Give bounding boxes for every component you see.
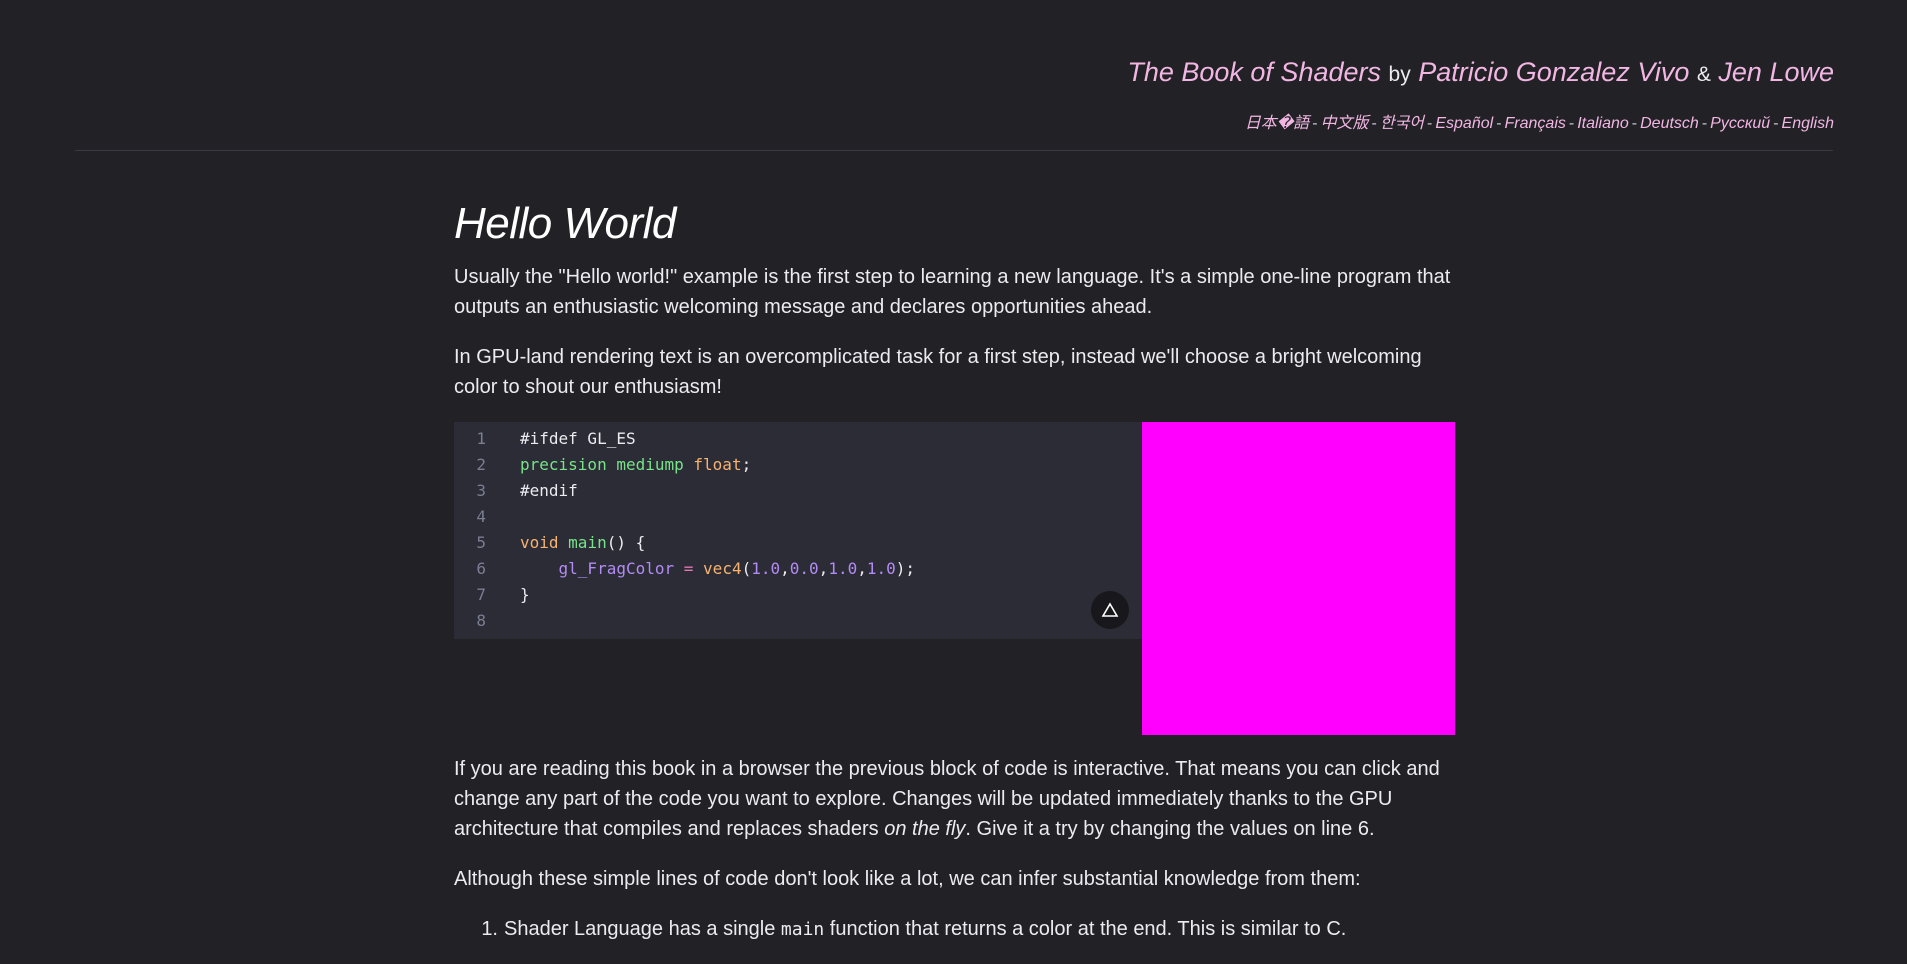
language-separator: - bbox=[1312, 115, 1318, 132]
language-separator: - bbox=[1427, 115, 1433, 132]
line-number: 8 bbox=[476, 611, 486, 630]
code-token: gl_FragColor bbox=[558, 559, 675, 578]
line-number: 6 bbox=[476, 559, 486, 578]
code-line[interactable]: 4 bbox=[454, 504, 1142, 530]
line-number: 7 bbox=[476, 585, 486, 604]
book-title-link[interactable]: The Book of Shaders bbox=[1127, 57, 1381, 87]
line-number: 2 bbox=[476, 455, 486, 474]
language-separator: - bbox=[1568, 115, 1575, 132]
code-token: , bbox=[818, 559, 829, 578]
list-number: 1. bbox=[481, 918, 498, 940]
intro-paragraph-1: Usually the "Hello world!" example is th… bbox=[454, 266, 1451, 318]
code-token: 0.0 bbox=[789, 559, 819, 578]
chapter-content: Hello World Usually the "Hello world!" e… bbox=[454, 196, 1456, 940]
line-number: 5 bbox=[476, 533, 486, 552]
language-separator: - bbox=[1631, 115, 1638, 132]
book-title-line: The Book of Shaders by Patricio Gonzalez… bbox=[1127, 57, 1834, 88]
code-token: ); bbox=[895, 559, 916, 578]
code-token: vec4 bbox=[703, 559, 742, 578]
code-line[interactable]: 5 void main() { bbox=[454, 530, 1142, 556]
code-token: precision mediump bbox=[520, 455, 684, 474]
code-token: 1.0 bbox=[828, 559, 858, 578]
line-number: 1 bbox=[476, 429, 486, 448]
author-link-jen[interactable]: Jen Lowe bbox=[1718, 57, 1834, 87]
code-token: ; bbox=[741, 455, 752, 474]
list-text: Shader Language has a single bbox=[504, 918, 781, 940]
triangle-up-icon bbox=[1101, 602, 1119, 617]
body-paragraph-2: Although these simple lines of code don'… bbox=[454, 868, 1361, 890]
code-token: 1.0 bbox=[751, 559, 781, 578]
code-token: () { bbox=[606, 533, 646, 552]
code-token: main bbox=[568, 533, 607, 552]
body-text: . Give it a try by changing the values o… bbox=[965, 818, 1375, 840]
line-number: 4 bbox=[476, 507, 486, 526]
code-line[interactable]: 6 gl_FragColor = vec4(1.0,0.0,1.0,1.0); bbox=[454, 556, 1142, 582]
language-link[interactable]: Italiano bbox=[1577, 115, 1629, 132]
language-separator: - bbox=[1371, 115, 1377, 132]
code-token: #ifdef GL_ES bbox=[520, 429, 636, 448]
language-link[interactable]: English bbox=[1782, 115, 1834, 132]
language-links: 日本�語 - 中文版 - 한국어 - Español - Français - Italiano - D… bbox=[1245, 109, 1834, 133]
shader-canvas[interactable] bbox=[1142, 422, 1455, 735]
language-separator: - bbox=[1701, 115, 1708, 132]
code-token: 1.0 bbox=[866, 559, 896, 578]
code-token: #endif bbox=[520, 481, 578, 500]
code-line[interactable]: 8 bbox=[454, 608, 1142, 634]
inline-code: main bbox=[780, 919, 825, 940]
author-link-patricio[interactable]: Patricio Gonzalez Vivo bbox=[1418, 57, 1689, 87]
code-line[interactable]: 3 #endif bbox=[454, 478, 1142, 504]
intro-paragraph-2: In GPU-land rendering text is an overcom… bbox=[454, 346, 1422, 398]
code-line[interactable]: 7} bbox=[454, 582, 1142, 608]
line-number: 3 bbox=[476, 481, 486, 500]
export-button[interactable] bbox=[1091, 591, 1129, 629]
language-link[interactable]: 한국어 bbox=[1380, 115, 1424, 132]
header-divider bbox=[75, 150, 1833, 151]
code-line[interactable]: 2 precision mediump float; bbox=[454, 452, 1142, 478]
language-separator: - bbox=[1496, 115, 1502, 132]
list-text: function that returns a color at the end… bbox=[824, 918, 1347, 940]
list-item: 1. Shader Language has a single main func… bbox=[454, 914, 1456, 945]
code-token: void bbox=[520, 533, 559, 552]
code-token: float bbox=[693, 455, 742, 474]
language-link[interactable]: Español bbox=[1435, 115, 1493, 132]
code-token: ( bbox=[741, 559, 752, 578]
code-token: = bbox=[683, 559, 694, 578]
page-title: Hello World bbox=[454, 199, 676, 248]
language-link[interactable]: Français bbox=[1505, 115, 1566, 132]
body-paragraph-1: If you are reading this book in a browse… bbox=[454, 754, 1456, 844]
language-link[interactable]: Deutsch bbox=[1640, 115, 1699, 132]
language-separator: - bbox=[1773, 115, 1779, 132]
ampersand-text: & bbox=[1696, 63, 1711, 86]
code-token: , bbox=[857, 559, 867, 578]
by-text: by bbox=[1388, 63, 1411, 86]
emphasis-text: on the fly bbox=[884, 818, 966, 840]
knowledge-list: 1. Shader Language has a single main func… bbox=[454, 914, 1456, 945]
code-editor[interactable]: 1 #ifdef GL_ES 2 precision mediump float; 3 #… bbox=[454, 422, 1142, 639]
language-link[interactable]: 日本�語 bbox=[1245, 115, 1309, 132]
code-line[interactable]: 1 #ifdef GL_ES bbox=[454, 426, 1142, 452]
interactive-shader-example: 1 #ifdef GL_ES 2 precision mediump float; 3 #… bbox=[454, 422, 1456, 735]
code-token: , bbox=[780, 559, 790, 578]
language-link[interactable]: 中文版 bbox=[1321, 115, 1369, 132]
language-link[interactable]: Русский bbox=[1710, 115, 1770, 132]
site-header: The Book of Shaders by Patricio Gonzalez… bbox=[0, 0, 1907, 151]
code-token: } bbox=[520, 585, 530, 604]
